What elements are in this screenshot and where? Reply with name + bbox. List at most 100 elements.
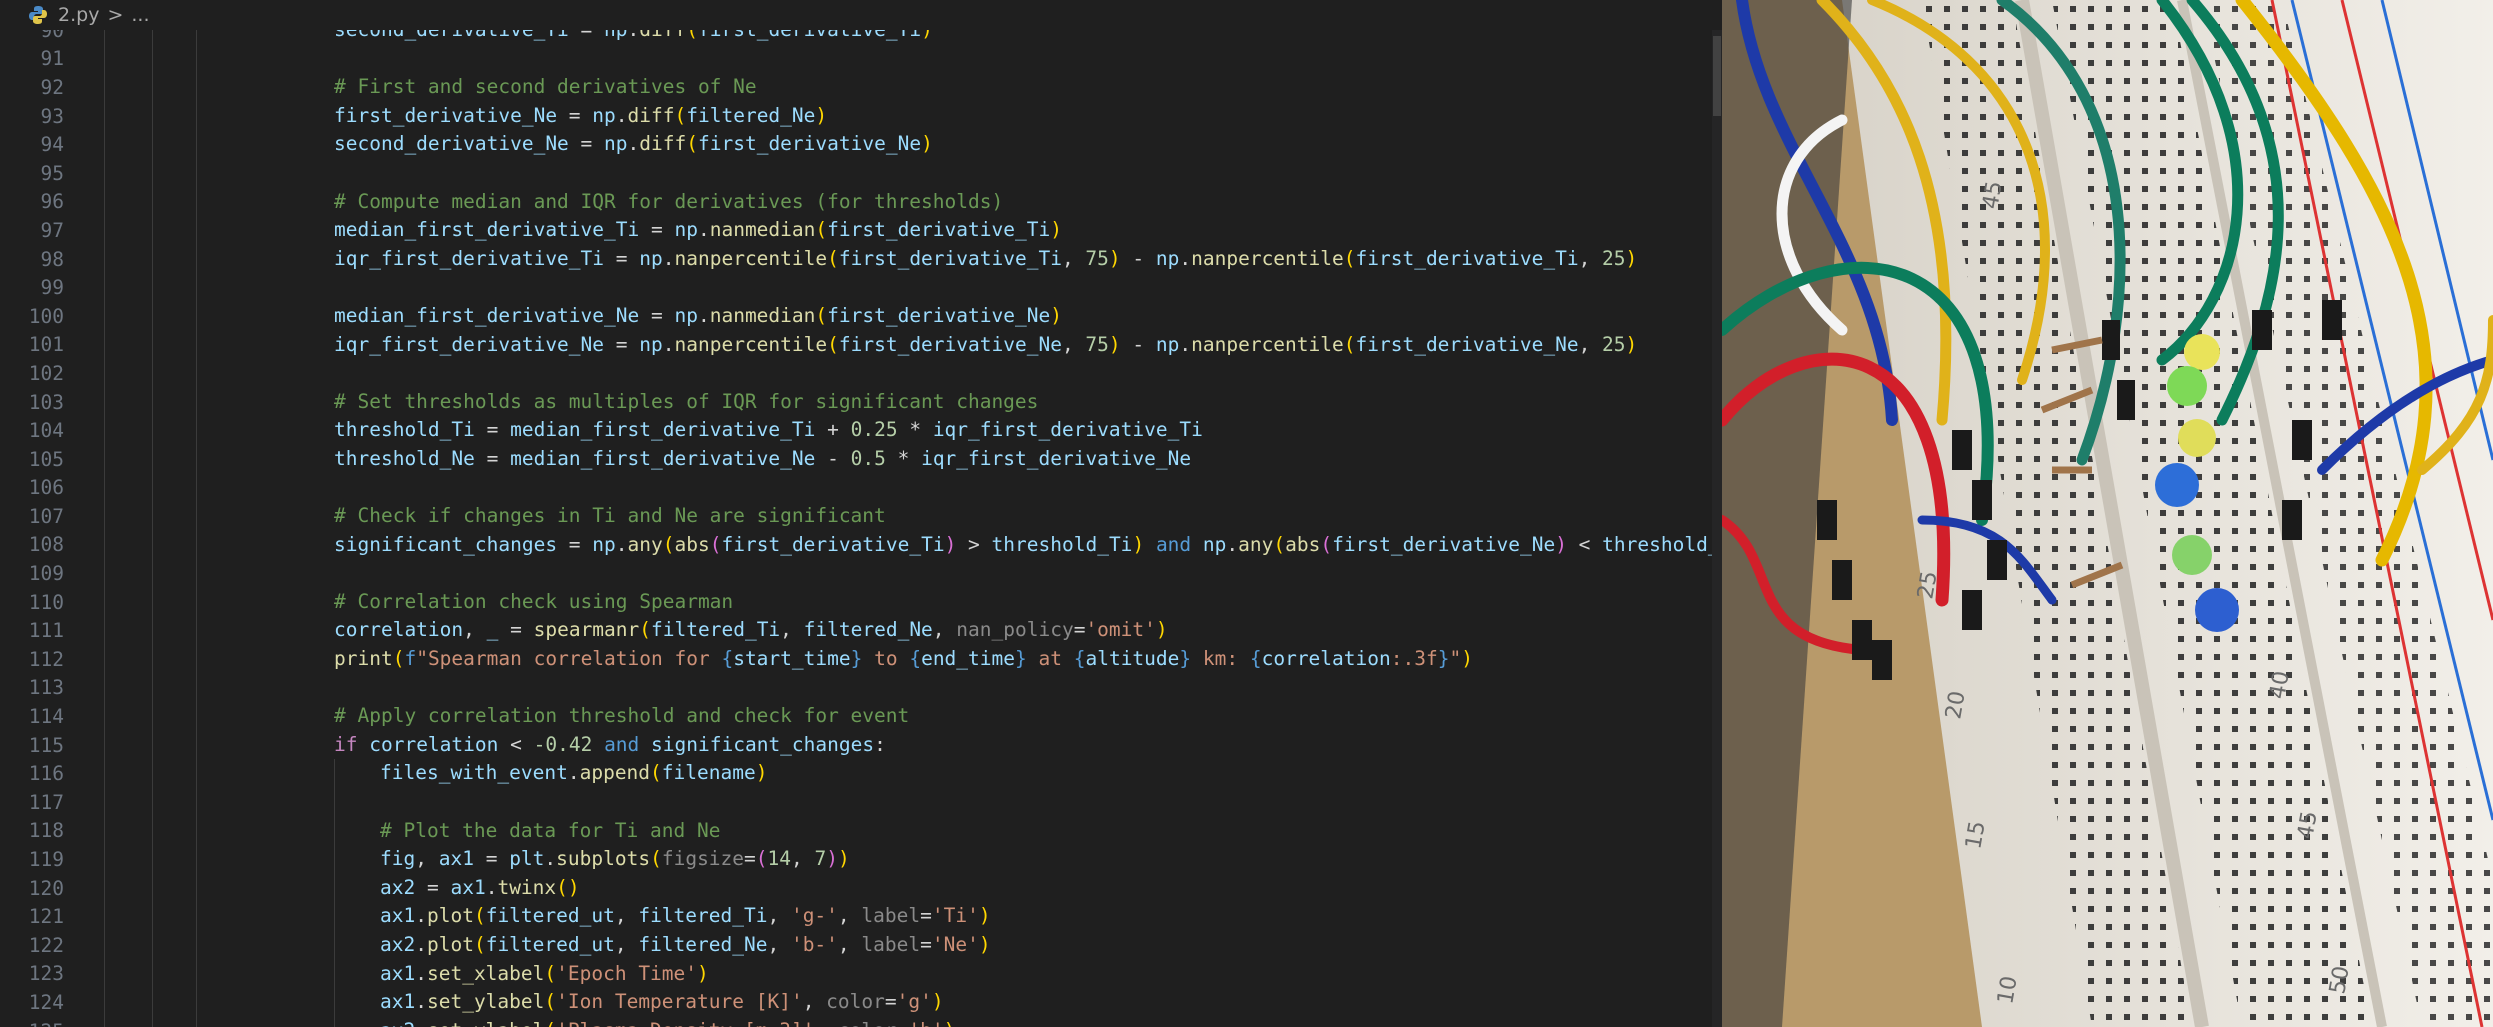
code-token: np — [592, 103, 616, 127]
code-text[interactable]: # Set thresholds as multiples of IQR for… — [334, 388, 1038, 417]
code-line[interactable]: 93 first_derivative_Ne = np.diff(filtered… — [0, 101, 1722, 131]
code-line[interactable]: 105 threshold_Ne = median_first_derivativ… — [0, 444, 1722, 474]
code-text[interactable]: ax2.plot(filtered_ut, filtered_Ne, 'b-',… — [380, 931, 991, 960]
code-token: () — [556, 875, 580, 899]
code-line[interactable]: 95 — [0, 158, 1722, 188]
indent-guide — [196, 44, 197, 74]
code-text[interactable]: files_with_event.append(filename) — [380, 759, 767, 788]
code-text[interactable]: ax2.set_ylabel('Plasma Density [m-3]', c… — [380, 1017, 955, 1027]
indent-guide — [104, 873, 105, 903]
code-line[interactable]: 120 ax2 = ax1.twinx() — [0, 873, 1722, 903]
code-line[interactable]: 122 ax2.plot(filtered_ut, filtered_Ne, 'b… — [0, 931, 1722, 960]
indent-guide — [104, 645, 105, 674]
code-text[interactable]: fig, ax1 = plt.subplots(figsize=(14, 7)) — [380, 845, 850, 874]
code-line[interactable]: 125 ax2.set_ylabel('Plasma Density [m-3]'… — [0, 1016, 1722, 1027]
code-line[interactable]: 107 # Check if changes in Ti and Ne are s… — [0, 502, 1722, 531]
code-line[interactable]: 124 ax1.set_ylabel('Ion Temperature [K]',… — [0, 988, 1722, 1017]
code-text[interactable]: iqr_first_derivative_Ne = np.nanpercenti… — [334, 331, 1637, 360]
code-line[interactable]: 123 ax1.set_xlabel('Epoch Time') — [0, 959, 1722, 989]
breadcrumb-symbol[interactable]: ... — [131, 4, 149, 26]
code-line[interactable]: 108 significant_changes = np.any(abs(firs… — [0, 530, 1722, 560]
code-line[interactable]: 91 — [0, 44, 1722, 74]
code-line[interactable]: 106 — [0, 473, 1722, 503]
code-line[interactable]: 94 second_derivative_Ne = np.diff(first_d… — [0, 130, 1722, 159]
code-lines[interactable]: 90second_derivative_Ti = np.diff(first_d… — [0, 16, 1722, 1027]
code-line[interactable]: 118 # Plot the data for Ti and Ne — [0, 816, 1722, 846]
indent-guide — [104, 702, 105, 731]
code-line[interactable]: 102 — [0, 359, 1722, 388]
code-line[interactable]: 115 if correlation < -0.42 and significan… — [0, 730, 1722, 760]
indent-guide — [152, 816, 153, 846]
code-text[interactable]: print(f"Spearman correlation for {start_… — [334, 645, 1473, 674]
code-line[interactable]: 116 files_with_event.append(filename) — [0, 759, 1722, 789]
code-token: ) — [921, 132, 933, 156]
code-token: { — [1249, 647, 1262, 671]
code-token: ax2 — [380, 933, 416, 956]
code-token: threshold_Ne — [334, 446, 475, 470]
code-text[interactable]: correlation, _ = spearmanr(filtered_Ti, … — [334, 616, 1168, 645]
code-text[interactable]: if correlation < -0.42 and significant_c… — [334, 731, 886, 760]
indent-guide — [334, 902, 335, 931]
code-line[interactable]: 97 median_first_derivative_Ti = np.nanmed… — [0, 216, 1722, 245]
code-token: = — [897, 1019, 909, 1027]
code-text[interactable]: # Compute median and IQR for derivatives… — [334, 188, 1003, 217]
code-text[interactable]: # Apply correlation threshold and check … — [334, 702, 909, 731]
code-line[interactable]: 92 # First and second derivatives of Ne — [0, 73, 1722, 102]
code-line[interactable]: 117 — [0, 788, 1722, 817]
code-text[interactable]: ax1.set_ylabel('Ion Temperature [K]', co… — [380, 988, 944, 1017]
code-line[interactable]: 99 — [0, 273, 1722, 302]
code-text[interactable]: # Check if changes in Ti and Ne are sign… — [334, 502, 886, 531]
code-text[interactable]: # First and second derivatives of Ne — [334, 73, 757, 102]
indent-guide — [196, 530, 197, 560]
code-line[interactable]: 103 # Set thresholds as multiples of IQR … — [0, 387, 1722, 417]
vertical-scrollbar[interactable] — [1712, 30, 1722, 1027]
line-number: 92 — [40, 75, 64, 99]
code-line[interactable]: 98 iqr_first_derivative_Ti = np.nanpercen… — [0, 244, 1722, 274]
code-line[interactable]: 113 — [0, 673, 1722, 703]
code-line[interactable]: 101 iqr_first_derivative_Ne = np.nanperce… — [0, 330, 1722, 360]
line-number: 101 — [28, 333, 64, 357]
breadboard-label: 25 — [1913, 569, 1942, 601]
code-line[interactable]: 109 — [0, 559, 1722, 588]
code-text[interactable]: iqr_first_derivative_Ti = np.nanpercenti… — [334, 245, 1637, 274]
code-token: altitude — [1085, 647, 1180, 671]
code-text[interactable]: median_first_derivative_Ne = np.nanmedia… — [334, 302, 1062, 331]
code-text[interactable]: significant_changes = np.any(abs(first_d… — [334, 531, 1722, 560]
code-token: . — [485, 875, 498, 899]
code-token: ( — [815, 218, 828, 242]
code-editor[interactable]: 2.py > ... 90second_derivative_Ti = np.d… — [0, 0, 1722, 1027]
code-line[interactable]: 121 ax1.plot(filtered_ut, filtered_Ti, 'g… — [0, 902, 1722, 931]
code-token: nanpercentile — [1191, 332, 1344, 356]
code-token: } — [1015, 647, 1027, 671]
code-line[interactable]: 104 threshold_Ti = median_first_derivativ… — [0, 416, 1722, 445]
line-number: 119 — [28, 848, 64, 872]
code-line[interactable]: 119 fig, ax1 = plt.subplots(figsize=(14, … — [0, 845, 1722, 874]
code-line[interactable]: 96 # Compute median and IQR for derivativ… — [0, 187, 1722, 217]
code-text[interactable]: median_first_derivative_Ti = np.nanmedia… — [334, 216, 1062, 245]
code-text[interactable]: second_derivative_Ne = np.diff(first_der… — [334, 130, 933, 159]
code-line[interactable]: 114 # Apply correlation threshold and che… — [0, 702, 1722, 731]
breadboard-label: 45 — [2293, 809, 2322, 841]
code-token: ax2 — [380, 1019, 415, 1027]
code-line[interactable]: 100 median_first_derivative_Ne = np.nanme… — [0, 301, 1722, 331]
indent-guide — [152, 902, 153, 931]
code-text[interactable]: ax1.plot(filtered_ut, filtered_Ti, 'g-',… — [380, 902, 991, 931]
code-token: , — [767, 933, 791, 956]
scrollbar-thumb[interactable] — [1713, 36, 1721, 116]
code-text[interactable]: ax1.set_xlabel('Epoch Time') — [380, 960, 709, 989]
code-text[interactable]: # Correlation check using Spearman — [334, 588, 733, 617]
code-line[interactable]: 112 print(f"Spearman correlation for {sta… — [0, 645, 1722, 674]
code-text[interactable]: threshold_Ti = median_first_derivative_T… — [334, 416, 1203, 445]
code-token: np — [1155, 246, 1180, 270]
line-number: 113 — [28, 676, 64, 700]
breadcrumb-file[interactable]: 2.py — [58, 4, 99, 26]
code-token: any — [627, 532, 663, 556]
code-line[interactable]: 111 correlation, _ = spearmanr(filtered_T… — [0, 616, 1722, 646]
code-text[interactable]: threshold_Ne = median_first_derivative_N… — [334, 445, 1191, 474]
code-line[interactable]: 110 # Correlation check using Spearman — [0, 587, 1722, 617]
code-text[interactable]: ax2 = ax1.twinx() — [380, 874, 580, 903]
code-text[interactable]: # Plot the data for Ti and Ne — [380, 817, 720, 846]
indent-guide — [334, 873, 335, 903]
code-token: # Check if changes in Ti and Ne are sign… — [334, 504, 886, 528]
code-text[interactable]: first_derivative_Ne = np.diff(filtered_N… — [334, 102, 827, 131]
